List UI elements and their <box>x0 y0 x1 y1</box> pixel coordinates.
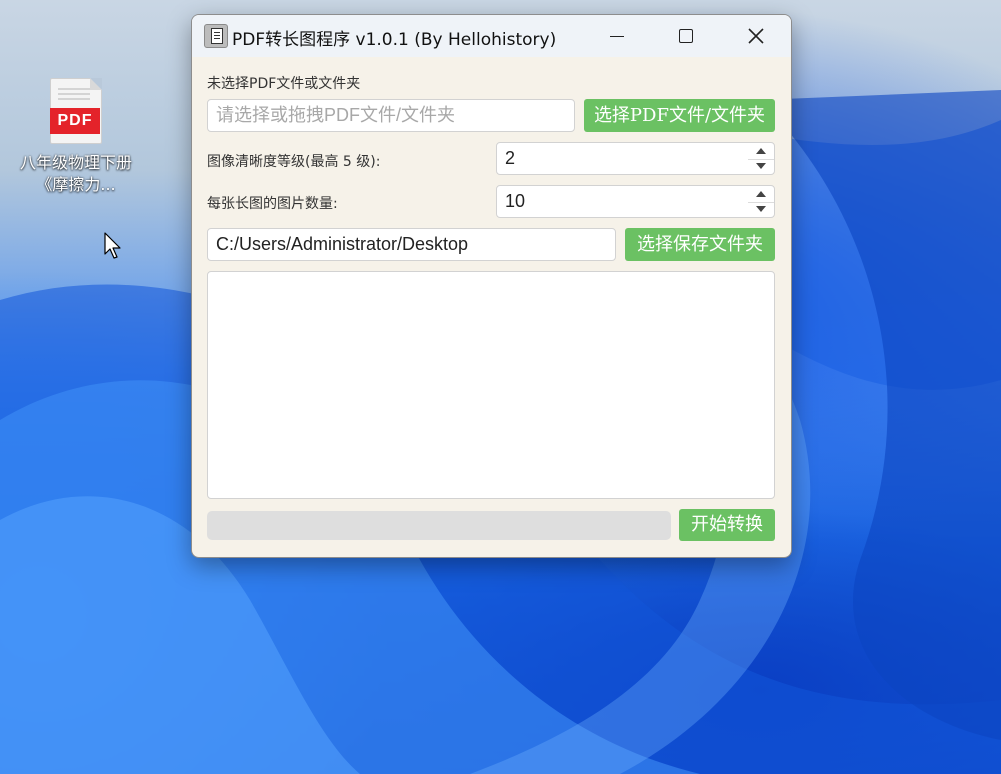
log-output-area[interactable] <box>207 271 775 499</box>
clarity-decrement-button[interactable] <box>748 159 774 175</box>
arrow-up-icon <box>756 148 766 154</box>
clarity-spinbox[interactable]: 2 <box>496 142 775 175</box>
clarity-increment-button[interactable] <box>748 143 774 160</box>
app-window: PDF转长图程序 v1.0.1 (By Hellohistory) 未选择PDF… <box>191 14 792 558</box>
save-path-field <box>207 228 616 261</box>
images-per-decrement-button[interactable] <box>748 202 774 218</box>
start-conversion-button[interactable]: 开始转换 <box>679 509 775 541</box>
selection-status-text: 未选择PDF文件或文件夹 <box>207 76 361 92</box>
desktop-file-label: 八年级物理下册《摩擦力... <box>19 153 132 194</box>
mouse-cursor-icon <box>104 232 121 259</box>
arrow-down-icon <box>756 162 766 169</box>
conversion-progress-bar <box>207 511 671 540</box>
select-pdf-button[interactable]: 选择PDF文件/文件夹 <box>584 99 775 132</box>
pdf-path-input[interactable] <box>208 100 574 131</box>
maximize-icon <box>679 29 693 43</box>
arrow-down-icon <box>756 205 766 212</box>
images-per-label: 每张长图的图片数量: <box>207 196 338 212</box>
select-save-folder-button[interactable]: 选择保存文件夹 <box>625 228 775 261</box>
maximize-button[interactable] <box>651 15 721 57</box>
window-title: PDF转长图程序 v1.0.1 (By Hellohistory) <box>232 30 557 50</box>
minimize-icon <box>610 36 624 37</box>
images-per-increment-button[interactable] <box>748 186 774 203</box>
clarity-value[interactable]: 2 <box>505 143 515 174</box>
close-icon <box>748 28 764 44</box>
title-bar[interactable]: PDF转长图程序 v1.0.1 (By Hellohistory) <box>192 15 791 57</box>
images-per-value[interactable]: 10 <box>505 186 525 217</box>
arrow-up-icon <box>756 191 766 197</box>
app-document-icon <box>204 24 228 48</box>
save-path-input[interactable] <box>208 229 615 260</box>
pdf-path-field <box>207 99 575 132</box>
pdf-file-icon: PDF <box>50 78 102 144</box>
pdf-badge: PDF <box>50 108 100 134</box>
minimize-button[interactable] <box>581 15 651 57</box>
clarity-label: 图像清晰度等级(最高 5 级): <box>207 154 381 170</box>
close-button[interactable] <box>721 15 791 57</box>
images-per-spinbox[interactable]: 10 <box>496 185 775 218</box>
desktop-file-icon[interactable]: PDF 八年级物理下册《摩擦力... <box>18 78 134 196</box>
